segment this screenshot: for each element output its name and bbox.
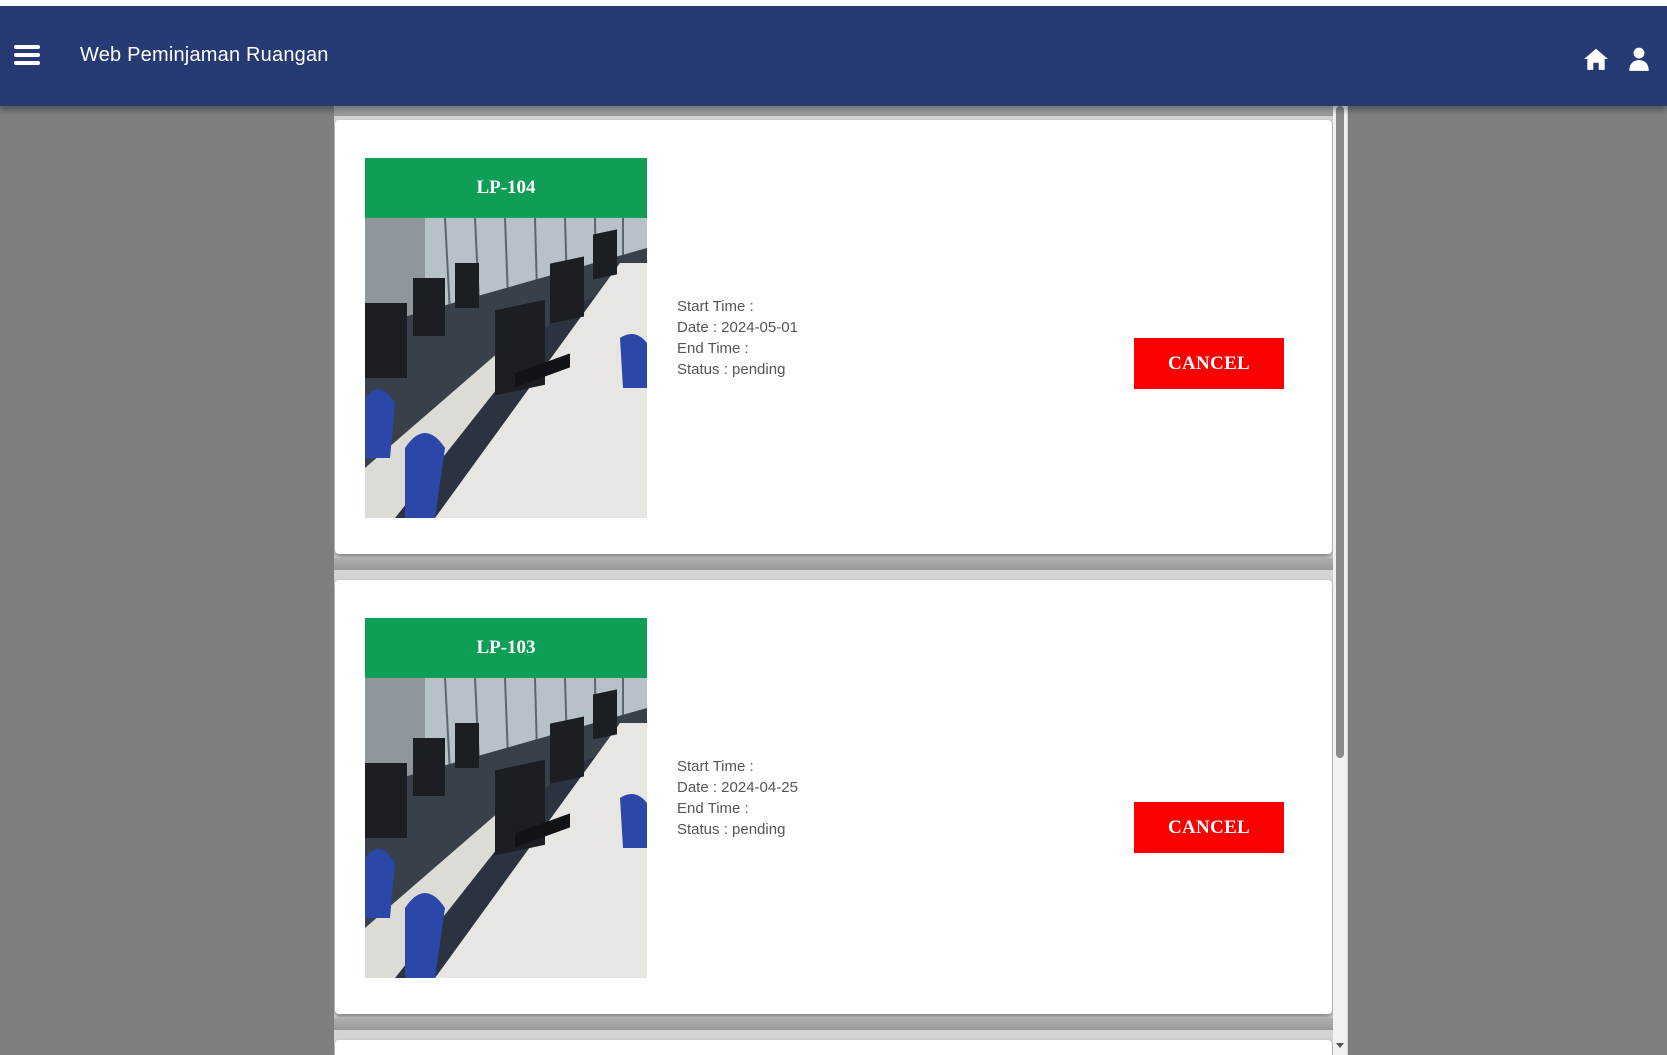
user-icon[interactable] [1626,46,1652,72]
app-title: Web Peminjaman Ruangan [80,44,329,66]
end-time-label: End Time : [677,340,749,357]
start-time-label: Start Time : [677,758,754,775]
room-photo [365,678,647,978]
scroll-down-arrow-icon[interactable] [1336,1043,1344,1048]
room-thumbnail[interactable]: LP-104 [365,158,647,518]
start-time-label: Start Time : [677,298,754,315]
card-separator [334,106,1334,116]
card-separator [334,1018,1334,1030]
booking-card: LP-103 Start Time: Date: 2024-04-25 En… [335,580,1332,1014]
room-name: LP-103 [365,618,647,678]
room-name: LP-104 [365,158,647,218]
end-time-label: End Time : [677,800,749,817]
home-icon[interactable] [1583,46,1609,72]
booking-card [335,1040,1332,1055]
room-photo [365,218,647,518]
cancel-button[interactable]: CANCEL [1134,802,1284,853]
status-label: Status : pending [677,361,786,378]
navbar: Web Peminjaman Ruangan [0,6,1667,106]
hamburger-menu-icon[interactable] [14,42,40,68]
card-separator [334,558,1334,570]
status-label: Status : pending [677,821,786,838]
booking-info: Start Time : Date : 2024-05-01 End Time … [677,296,798,380]
room-thumbnail[interactable]: LP-103 [365,618,647,978]
date-label: Date : 2024-05-01 [677,319,798,336]
scrollbar[interactable] [1333,106,1347,1055]
cancel-button[interactable]: CANCEL [1134,338,1284,389]
bookings-list: LP-104 Start Time: Date: 2024-05-01 En… [334,106,1348,1055]
booking-info: Start Time : Date : 2024-04-25 End Time … [677,756,798,840]
date-label: Date : 2024-04-25 [677,779,798,796]
booking-card: LP-104 Start Time: Date: 2024-05-01 En… [335,120,1332,554]
scrollbar-thumb[interactable] [1336,106,1344,758]
